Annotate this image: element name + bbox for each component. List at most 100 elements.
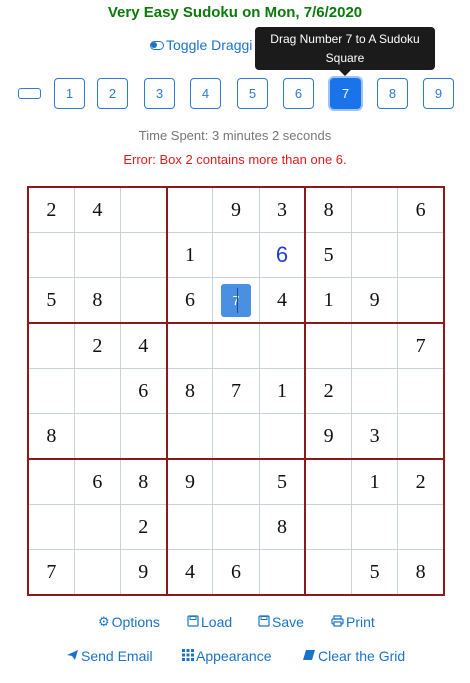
sudoku-cell[interactable]: 7 <box>212 368 260 414</box>
sudoku-cell[interactable]: 4 <box>166 549 214 596</box>
sudoku-cell[interactable]: 8 <box>119 458 168 505</box>
sudoku-cell[interactable] <box>351 504 399 550</box>
sudoku-cell[interactable]: 9 <box>119 549 168 596</box>
sudoku-cell[interactable] <box>212 413 260 460</box>
sudoku-cell[interactable] <box>397 504 445 550</box>
sudoku-cell[interactable] <box>119 232 168 278</box>
sudoku-cell[interactable]: 6 <box>397 186 445 233</box>
sudoku-cell[interactable]: 7 <box>397 322 445 369</box>
sudoku-cell[interactable] <box>304 549 353 596</box>
number-button-3[interactable]: 3 <box>144 78 175 109</box>
sudoku-cell[interactable] <box>27 504 75 550</box>
sudoku-cell[interactable]: 3 <box>258 186 307 233</box>
sudoku-cell[interactable]: 4 <box>119 322 168 369</box>
sudoku-cell[interactable]: 8 <box>73 277 121 324</box>
sudoku-cell[interactable] <box>397 413 445 460</box>
sudoku-cell[interactable]: 7 <box>27 549 75 596</box>
sudoku-cell[interactable]: 5 <box>27 277 75 324</box>
sudoku-cell[interactable]: 9 <box>212 186 260 233</box>
sudoku-cell[interactable]: 8 <box>304 186 353 233</box>
sudoku-cell[interactable] <box>212 232 260 278</box>
sudoku-cell[interactable]: 2 <box>73 322 121 369</box>
appearance-link[interactable]: Appearance <box>182 648 272 664</box>
sudoku-cell[interactable] <box>73 549 121 596</box>
load-link[interactable]: Load <box>187 614 232 630</box>
sudoku-cell[interactable]: 2 <box>27 186 75 233</box>
sudoku-cell[interactable]: 9 <box>304 413 353 460</box>
sudoku-cell[interactable]: 2 <box>304 368 353 414</box>
sudoku-cell[interactable] <box>258 549 307 596</box>
sudoku-cell[interactable]: 3 <box>351 413 399 460</box>
sudoku-cell[interactable] <box>397 277 445 324</box>
sudoku-cell[interactable]: 4 <box>73 186 121 233</box>
sudoku-cell[interactable] <box>27 368 75 414</box>
sudoku-cell[interactable]: 6 <box>119 368 168 414</box>
number-button-9[interactable]: 9 <box>423 78 454 109</box>
dragged-number-chip[interactable]: 7 <box>220 283 251 317</box>
sudoku-cell[interactable]: 1 <box>351 458 399 505</box>
sudoku-cell[interactable] <box>351 368 399 414</box>
save-link[interactable]: Save <box>258 614 304 630</box>
sudoku-cell[interactable] <box>258 322 307 369</box>
sudoku-cell[interactable] <box>27 458 75 505</box>
sudoku-cell[interactable]: 1 <box>166 232 214 278</box>
sudoku-cell[interactable] <box>212 504 260 550</box>
sudoku-cell[interactable] <box>166 504 214 550</box>
sudoku-cell[interactable]: 6 <box>166 277 214 324</box>
sudoku-cell[interactable]: 5 <box>304 232 353 278</box>
sudoku-cell[interactable] <box>73 504 121 550</box>
sudoku-cell[interactable]: 6 <box>212 549 260 596</box>
number-button-6[interactable]: 6 <box>283 78 314 109</box>
number-button-8[interactable]: 8 <box>377 78 408 109</box>
sudoku-cell[interactable]: 8 <box>166 368 214 414</box>
sudoku-cell[interactable] <box>166 322 214 369</box>
sudoku-cell[interactable]: 2 <box>397 458 445 505</box>
sudoku-cell[interactable]: 1 <box>258 368 307 414</box>
sudoku-cell[interactable] <box>119 413 168 460</box>
sudoku-cell[interactable]: 8 <box>397 549 445 596</box>
sudoku-cell[interactable] <box>212 458 260 505</box>
sudoku-cell[interactable]: 1 <box>304 277 353 324</box>
sudoku-cell[interactable] <box>304 322 353 369</box>
sudoku-cell[interactable] <box>166 186 214 233</box>
sudoku-cell[interactable]: 8 <box>258 504 307 550</box>
sudoku-cell[interactable]: 9 <box>351 277 399 324</box>
sudoku-cell[interactable]: 6 <box>73 458 121 505</box>
sudoku-cell[interactable] <box>73 413 121 460</box>
print-link[interactable]: Print <box>331 614 375 630</box>
toggle-dragging-link[interactable]: Toggle Draggi <box>150 37 252 53</box>
sudoku-cell[interactable]: 4 <box>258 277 307 324</box>
sudoku-cell[interactable] <box>27 322 75 369</box>
sudoku-cell[interactable] <box>119 277 168 324</box>
sudoku-cell[interactable]: 2 <box>119 504 168 550</box>
sudoku-cell[interactable]: 8 <box>27 413 75 460</box>
sudoku-cell[interactable] <box>351 186 399 233</box>
sudoku-cell[interactable] <box>397 368 445 414</box>
sudoku-cell[interactable] <box>351 322 399 369</box>
sudoku-cell[interactable] <box>397 232 445 278</box>
sudoku-cell[interactable] <box>212 322 260 369</box>
number-button-2[interactable]: 2 <box>97 78 128 109</box>
sudoku-cell[interactable] <box>166 413 214 460</box>
sudoku-cell[interactable] <box>27 232 75 278</box>
sudoku-cell[interactable]: 5 <box>351 549 399 596</box>
sudoku-cell[interactable] <box>73 232 121 278</box>
number-button-1[interactable]: 1 <box>54 78 85 109</box>
sudoku-cell[interactable] <box>258 413 307 460</box>
number-button-4[interactable]: 4 <box>190 78 221 109</box>
options-link[interactable]: ⚙ Options <box>98 614 160 630</box>
sudoku-cell[interactable]: 6 <box>258 232 307 278</box>
number-button-blank[interactable] <box>18 88 41 99</box>
number-button-5[interactable]: 5 <box>237 78 268 109</box>
sudoku-cell[interactable] <box>119 186 168 233</box>
sudoku-cell[interactable]: 7 <box>212 277 260 324</box>
clear-grid-link[interactable]: Clear the Grid <box>302 648 405 664</box>
sudoku-cell[interactable] <box>351 232 399 278</box>
sudoku-cell[interactable]: 9 <box>166 458 214 505</box>
number-button-7[interactable]: 7 <box>330 78 361 109</box>
sudoku-cell[interactable] <box>304 504 353 550</box>
sudoku-cell[interactable] <box>304 458 353 505</box>
sudoku-cell[interactable] <box>73 368 121 414</box>
sudoku-cell[interactable]: 5 <box>258 458 307 505</box>
send-email-link[interactable]: Send Email <box>66 648 153 664</box>
